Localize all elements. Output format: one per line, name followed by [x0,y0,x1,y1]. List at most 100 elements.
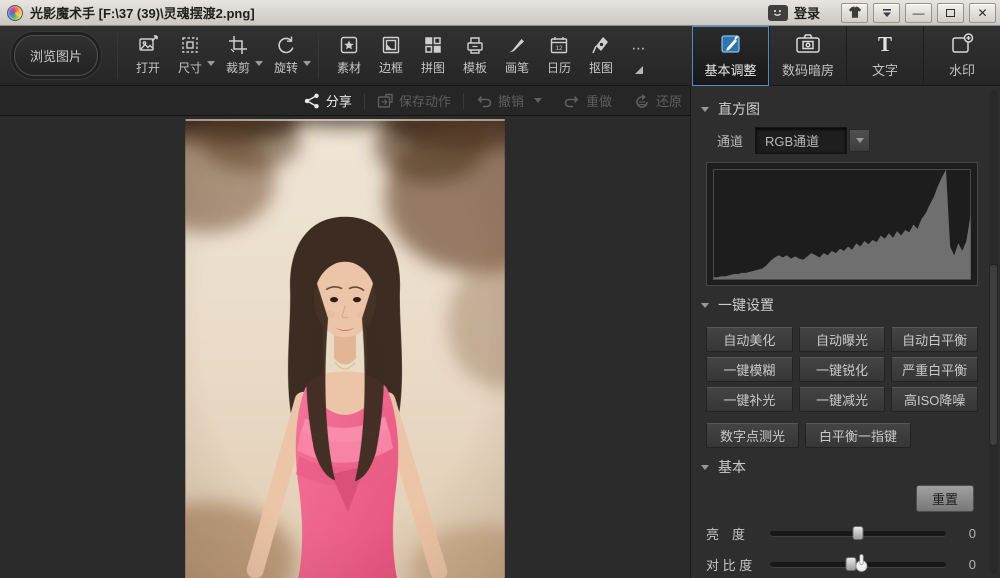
basic-adjust-icon [720,35,740,53]
section-histogram-header[interactable]: 直方图 [691,90,1000,125]
window-title: 光影魔术手 [F:\37 (39)\灵魂摆渡2.png] [30,6,255,21]
collapse-icon [701,302,709,308]
material-star-icon [340,36,358,54]
open-image-icon [139,35,158,51]
double-chevron-down-icon [882,8,891,17]
collage-button[interactable]: 拼图 [412,35,454,76]
contrast-slider[interactable] [770,554,946,572]
browse-images-button[interactable]: 浏览图片 [14,35,99,76]
minimize-button[interactable]: — [905,2,932,23]
action-bar: 分享 保存动作 撤销 重做 还原 [0,86,690,116]
actionbar-separator [363,92,365,109]
more-dots-icon: ⋯ [631,39,647,56]
crop-icon [229,36,248,54]
titlebar: 光影魔术手 [F:\37 (39)\灵魂摆渡2.png] 登录 — ✕ [0,0,1000,26]
reset-button[interactable]: 重置 [915,485,974,512]
auto-exposure-button[interactable]: 自动曝光 [798,327,886,352]
maximize-icon [946,8,955,17]
chevron-down-icon [855,138,864,143]
brightness-slider[interactable] [770,526,946,540]
maximize-button[interactable] [937,2,964,23]
channel-dropdown-button[interactable] [849,129,871,152]
section-oneclick-header[interactable]: 一键设置 [691,286,1000,321]
mode-tabs: 基本调整 数码暗房 T 文字 水印 [692,25,1000,86]
histogram-path [713,169,971,279]
calendar-button[interactable]: 12 日历 [538,35,580,76]
menu-button[interactable] [873,2,900,23]
histogram-chart [706,162,978,286]
redo-button[interactable]: 重做 [564,91,612,110]
template-button[interactable]: 模板 [454,35,496,76]
photo-image[interactable] [185,119,505,578]
restore-icon [636,93,648,108]
tshirt-icon [848,6,861,18]
cutout-button[interactable]: 抠图 [580,35,622,76]
svg-text:T: T [878,32,892,56]
crop-button[interactable]: 裁剪 [217,35,259,76]
share-icon [304,93,319,108]
login-button[interactable]: 登录 [767,3,820,22]
collapse-icon [701,106,709,112]
one-click-blur-button[interactable]: 一键模糊 [706,357,793,382]
white-balance-one-key-button[interactable]: 白平衡一指键 [805,423,912,448]
channel-select[interactable]: RGB通道 [755,127,848,154]
brightness-label: 亮 度 [706,527,746,542]
template-icon [467,37,483,54]
tab-digital-darkroom[interactable]: 数码暗房 [769,25,846,86]
one-click-sharpen-button[interactable]: 一键锐化 [798,357,886,382]
channel-label: 通道 [717,134,744,149]
undo-dropdown-arrow[interactable] [533,98,542,107]
tab-text[interactable]: T 文字 [846,25,923,86]
one-click-fill-light-button[interactable]: 一键补光 [706,387,793,412]
material-button[interactable]: 素材 [328,35,370,76]
resize-icon [182,37,198,53]
resize-button[interactable]: 尺寸 [169,35,211,76]
calendar-icon: 12 [550,37,568,54]
contrast-row: 对 比 度 0 [706,554,976,574]
restore-button[interactable]: 还原 [634,91,682,110]
save-action-button[interactable]: 保存动作 [377,91,451,110]
oneclick-grid: 自动美化 自动曝光 自动白平衡 一键模糊 一键锐化 严重白平衡 一键补光 一键减… [706,327,978,412]
tab-basic-adjust[interactable]: 基本调整 [692,25,769,86]
panel-scrollbar-thumb[interactable] [989,264,998,446]
svg-text:12: 12 [555,45,563,52]
contrast-label: 对 比 度 [706,558,753,573]
more-tools-button[interactable]: ⋯ [622,38,656,74]
redo-icon [564,95,579,107]
open-button[interactable]: 打开 [127,35,169,76]
brightness-row: 亮 度 0 [706,524,976,543]
border-button[interactable]: 边框 [370,35,412,76]
skin-button[interactable] [841,2,868,23]
high-iso-denoise-button[interactable]: 高ISO降噪 [891,387,978,412]
more-corner-icon [635,65,644,74]
collapse-icon [701,464,709,470]
editing-canvas [0,116,690,578]
grid-collage-icon [425,37,441,53]
contrast-slider-thumb[interactable] [845,557,857,571]
tab-watermark[interactable]: 水印 [923,25,1000,86]
auto-beautify-button[interactable]: 自动美化 [706,327,793,352]
share-button[interactable]: 分享 [304,91,352,110]
rotate-button[interactable]: 旋转 [265,35,307,76]
frame-icon [382,36,400,54]
section-basic-header[interactable]: 基本 [691,448,1000,483]
severe-white-balance-button[interactable]: 严重白平衡 [891,357,978,382]
undo-button[interactable]: 撤销 [476,91,542,110]
adjustment-panel: 直方图 通道 RGB通道 一键设置 自动美化 自动曝光 自动白平衡 一键模糊 一… [690,86,1000,578]
brightness-slider-thumb[interactable] [852,526,864,540]
text-tool-icon: T [878,32,892,56]
portrait-photo [185,119,505,578]
close-button[interactable]: ✕ [969,2,996,23]
actionbar-separator [462,92,464,109]
one-click-dim-light-button[interactable]: 一键减光 [798,387,886,412]
digital-spot-metering-button[interactable]: 数字点测光 [706,423,800,448]
brush-icon [509,39,525,53]
toolbar-separator [117,32,119,79]
rotate-icon [278,36,294,54]
minimize-icon: — [912,5,925,20]
toolbar-separator [318,32,320,79]
close-icon: ✕ [977,5,988,20]
watermark-icon [952,33,974,53]
auto-white-balance-button[interactable]: 自动白平衡 [891,327,978,352]
brush-button[interactable]: 画笔 [496,35,538,76]
